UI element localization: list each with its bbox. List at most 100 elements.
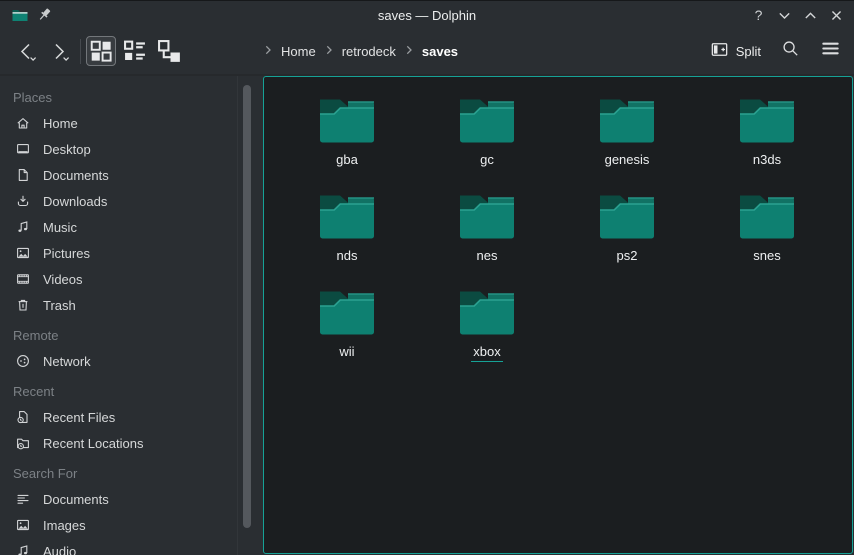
window-controls: ? xyxy=(750,1,845,29)
back-button[interactable] xyxy=(12,36,42,66)
search-button[interactable] xyxy=(780,38,801,64)
folder-label: n3ds xyxy=(753,152,781,167)
sidebar-item-pictures[interactable]: Pictures xyxy=(0,240,237,266)
sidebar-item-desktop[interactable]: Desktop xyxy=(0,136,237,162)
sidebar-item-label: Downloads xyxy=(43,194,107,209)
split-button[interactable]: Split xyxy=(710,40,761,62)
folder-icon xyxy=(737,95,797,147)
folder-label: xbox xyxy=(471,344,502,362)
image-icon xyxy=(15,245,31,261)
sidebar-item-trash[interactable]: Trash xyxy=(0,292,237,318)
folder-ps2[interactable]: ps2 xyxy=(557,183,697,279)
document-icon xyxy=(15,167,31,183)
folder-label: nes xyxy=(477,248,498,263)
tree-view-button[interactable] xyxy=(154,36,184,66)
sidebar-item-label: Pictures xyxy=(43,246,90,261)
minimize-button[interactable] xyxy=(776,7,793,24)
home-icon xyxy=(15,115,31,131)
sidebar-scrollbar-track[interactable] xyxy=(237,76,256,555)
sidebar-item-label: Recent Files xyxy=(43,410,115,425)
sidebar-item-music[interactable]: Music xyxy=(0,214,237,240)
sidebar-item-label: Music xyxy=(43,220,77,235)
folder-label: gc xyxy=(480,152,494,167)
sidebar-item-videos[interactable]: Videos xyxy=(0,266,237,292)
icons-view-button[interactable] xyxy=(86,36,116,66)
folder-icon xyxy=(457,287,517,339)
folder-nds[interactable]: nds xyxy=(277,183,417,279)
help-button[interactable]: ? xyxy=(750,7,767,24)
film-icon xyxy=(15,271,31,287)
folder-icon xyxy=(457,191,517,243)
dolphin-window: { "window": { "title": "saves — Dolphin"… xyxy=(0,0,854,555)
sidebar-scrollbar-thumb[interactable] xyxy=(243,85,251,528)
folder-gc[interactable]: gc xyxy=(417,87,557,183)
folder-icon xyxy=(737,191,797,243)
folder-label: gba xyxy=(336,152,358,167)
music-note-icon xyxy=(15,219,31,235)
hamburger-menu-button[interactable] xyxy=(820,38,841,64)
sidebar-item-label: Home xyxy=(43,116,78,131)
folder-label: nds xyxy=(337,248,358,263)
network-icon xyxy=(15,353,31,369)
places-panel: Places Home Desktop Documents Downloads xyxy=(0,76,256,555)
toolbar: Home retrodeck saves Split xyxy=(0,28,854,76)
folder-xbox[interactable]: xbox xyxy=(417,279,557,375)
folder-n3ds[interactable]: n3ds xyxy=(697,87,837,183)
folder-icon xyxy=(457,95,517,147)
maximize-button[interactable] xyxy=(802,7,819,24)
sidebar-item-label: Desktop xyxy=(43,142,91,157)
sidebar-item-recent-locations[interactable]: Recent Locations xyxy=(0,430,237,456)
folder-nes[interactable]: nes xyxy=(417,183,557,279)
sidebar-item-documents[interactable]: Documents xyxy=(0,486,237,512)
compact-view-button[interactable] xyxy=(120,36,150,66)
sidebar-item-label: Network xyxy=(43,354,91,369)
text-lines-icon xyxy=(15,491,31,507)
folder-label: wii xyxy=(339,344,354,359)
image-icon xyxy=(15,517,31,533)
sidebar-item-recent-files[interactable]: Recent Files xyxy=(0,404,237,430)
chevron-right-icon xyxy=(403,44,415,59)
toolbar-right-group: Split xyxy=(710,28,841,74)
sidebar-item-images[interactable]: Images xyxy=(0,512,237,538)
folder-grid: gba gc genesis n3 xyxy=(277,87,843,375)
sidebar-item-label: Trash xyxy=(43,298,76,313)
window-title: saves — Dolphin xyxy=(0,1,854,29)
sidebar-section-header: Remote xyxy=(0,322,237,348)
places-list: Places Home Desktop Documents Downloads xyxy=(0,80,237,555)
breadcrumb-retrodeck[interactable]: retrodeck xyxy=(342,44,396,59)
sidebar-item-home[interactable]: Home xyxy=(0,110,237,136)
chevron-right-icon xyxy=(262,44,274,59)
folder-icon xyxy=(317,95,377,147)
forward-button[interactable] xyxy=(44,36,74,66)
sidebar-item-network[interactable]: Network xyxy=(0,348,237,374)
breadcrumb: Home retrodeck saves xyxy=(262,28,458,74)
sidebar-item-label: Documents xyxy=(43,492,109,507)
sidebar-item-documents[interactable]: Documents xyxy=(0,162,237,188)
recent-locations-icon xyxy=(15,435,31,451)
folder-view[interactable]: gba gc genesis n3 xyxy=(263,76,853,554)
folder-icon xyxy=(597,95,657,147)
folder-wii[interactable]: wii xyxy=(277,279,417,375)
folder-label: ps2 xyxy=(617,248,638,263)
folder-icon xyxy=(317,287,377,339)
folder-genesis[interactable]: genesis xyxy=(557,87,697,183)
folder-snes[interactable]: snes xyxy=(697,183,837,279)
sidebar-item-label: Recent Locations xyxy=(43,436,143,451)
music-note-icon xyxy=(15,543,31,555)
split-view-icon xyxy=(710,40,729,62)
sidebar-section-header: Search For xyxy=(0,460,237,486)
close-button[interactable] xyxy=(828,7,845,24)
sidebar-item-audio[interactable]: Audio xyxy=(0,538,237,555)
folder-label: snes xyxy=(753,248,780,263)
recent-files-icon xyxy=(15,409,31,425)
sidebar-item-label: Documents xyxy=(43,168,109,183)
breadcrumb-home[interactable]: Home xyxy=(281,44,316,59)
sidebar-item-label: Videos xyxy=(43,272,83,287)
folder-icon xyxy=(597,191,657,243)
sidebar-item-downloads[interactable]: Downloads xyxy=(0,188,237,214)
toolbar-separator xyxy=(80,39,81,64)
breadcrumb-current[interactable]: saves xyxy=(422,44,458,59)
desktop-icon xyxy=(15,141,31,157)
titlebar: saves — Dolphin ? xyxy=(0,0,854,28)
folder-gba[interactable]: gba xyxy=(277,87,417,183)
